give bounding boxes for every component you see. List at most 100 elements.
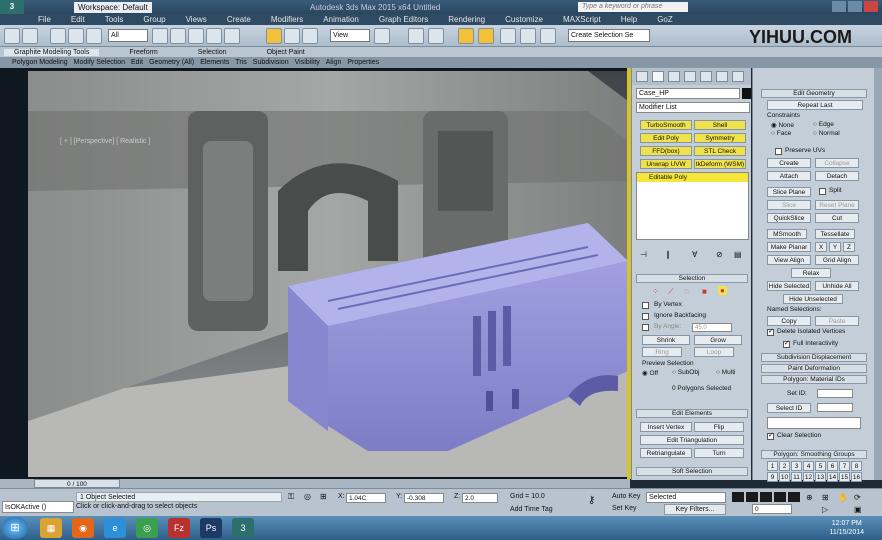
polygon-mode-icon[interactable]: ■	[702, 287, 707, 296]
retriangulate-button[interactable]: Retriangulate	[640, 448, 692, 458]
menu-animation[interactable]: Animation	[323, 15, 359, 24]
create-button[interactable]: Create	[767, 158, 811, 168]
smoothing-groups-rollout[interactable]: Polygon: Smoothing Groups	[761, 450, 867, 459]
edit-poly-button[interactable]: Edit Poly	[640, 133, 692, 143]
snap-toggle-icon[interactable]	[458, 28, 474, 44]
preview-off-radio[interactable]: ◉ Off	[642, 369, 658, 377]
collapse-button[interactable]: Collapse	[815, 158, 859, 168]
menu-create[interactable]: Create	[227, 15, 251, 24]
hammer-icon[interactable]	[732, 71, 744, 82]
menu-modifiers[interactable]: Modifiers	[271, 15, 303, 24]
edit-named-selection-icon[interactable]	[540, 28, 556, 44]
percent-snap-icon[interactable]	[500, 28, 516, 44]
material-name-dropdown[interactable]	[767, 417, 861, 429]
selection-filter-dropdown[interactable]: All	[108, 29, 148, 42]
hierarchy-tab-icon[interactable]	[668, 71, 680, 82]
close-icon[interactable]	[864, 1, 878, 12]
select-id-field[interactable]	[817, 403, 853, 412]
subtab-elements[interactable]: Elements	[200, 59, 229, 66]
add-time-tag[interactable]: Add Time Tag	[510, 506, 553, 513]
set-id-field[interactable]	[817, 389, 853, 398]
menu-goz[interactable]: GoZ	[657, 15, 673, 24]
create-tab-icon[interactable]	[636, 71, 648, 82]
smoothing-group-button[interactable]: 12	[803, 472, 814, 482]
subtab-modify-selection[interactable]: Modify Selection	[74, 59, 125, 66]
insert-vertex-button[interactable]: Insert Vertex	[640, 422, 692, 432]
smoothing-group-button[interactable]: 2	[779, 461, 790, 471]
copy-button[interactable]: Copy	[767, 316, 811, 326]
detach-button[interactable]: Detach	[815, 171, 859, 181]
unwrap-uvw-button[interactable]: Unwrap UVW	[640, 159, 692, 169]
edit-geometry-rollout-header[interactable]: Edit Geometry	[761, 89, 867, 98]
soft-selection-rollout-header[interactable]: Soft Selection	[636, 467, 748, 476]
tkdeform-button[interactable]: tkDeform (WSM)	[694, 159, 746, 169]
by-angle-checkbox[interactable]	[642, 324, 649, 331]
view-align-button[interactable]: View Align	[767, 255, 811, 265]
move-icon[interactable]	[224, 28, 240, 44]
hide-unselected-button[interactable]: Hide Unselected	[783, 294, 843, 304]
smoothing-group-button[interactable]: 7	[839, 461, 850, 471]
keyboard-shortcut-icon[interactable]	[428, 28, 444, 44]
system-clock[interactable]: 12:07 PM 11/15/2014	[829, 519, 864, 537]
angle-field[interactable]: 45.0	[692, 323, 732, 332]
workspace-dropdown[interactable]: Workspace: Default	[74, 1, 152, 13]
object-name-field[interactable]: Case_HP	[636, 88, 740, 99]
smoothing-group-button[interactable]: 1	[767, 461, 778, 471]
key-mode-dropdown[interactable]: Selected	[646, 492, 726, 503]
absolute-mode-icon[interactable]: ⊞	[320, 492, 327, 501]
smoothing-group-button[interactable]: 6	[827, 461, 838, 471]
start-button-icon[interactable]: ⊞	[2, 517, 28, 539]
reference-coord-dropdown[interactable]: View	[330, 29, 370, 42]
edit-elements-rollout-header[interactable]: Edit Elements	[636, 409, 748, 418]
menu-group[interactable]: Group	[143, 15, 165, 24]
attach-button[interactable]: Attach	[767, 171, 811, 181]
subtab-align[interactable]: Align	[326, 59, 342, 66]
unhide-all-button[interactable]: Unhide All	[815, 281, 859, 291]
maximize-icon[interactable]	[848, 1, 862, 12]
key-filters-button[interactable]: Key Filters...	[664, 504, 726, 515]
smoothing-group-button[interactable]: 5	[815, 461, 826, 471]
make-unique-icon[interactable]: ∀	[692, 250, 697, 259]
turbosmooth-button[interactable]: TurboSmooth	[640, 120, 692, 130]
repeat-last-button[interactable]: Repeat Last	[767, 100, 863, 110]
spinner-snap-icon[interactable]	[520, 28, 536, 44]
subtab-properties[interactable]: Properties	[347, 59, 379, 66]
material-ids-rollout[interactable]: Polygon: Material IDs	[761, 375, 867, 384]
constraint-normal-radio[interactable]: ○ Normal	[813, 130, 840, 137]
unlink-icon[interactable]	[68, 28, 84, 44]
turn-button[interactable]: Turn	[694, 448, 744, 458]
reset-plane-button[interactable]: Reset Plane	[815, 200, 859, 210]
rotate-icon[interactable]	[284, 28, 300, 44]
menu-help[interactable]: Help	[621, 15, 637, 24]
smoothing-group-button[interactable]: 3	[791, 461, 802, 471]
isolate-selection-icon[interactable]: ◎	[304, 492, 311, 501]
app-logo-icon[interactable]: 3	[0, 0, 24, 14]
undo-icon[interactable]	[4, 28, 20, 44]
perspective-viewport[interactable]: [ + ] [Perspective] [ Realistic ]	[0, 68, 630, 479]
menu-customize[interactable]: Customize	[505, 15, 543, 24]
menu-edit[interactable]: Edit	[71, 15, 85, 24]
zoom-icon[interactable]: ⊕	[806, 493, 813, 502]
subtab-edit[interactable]: Edit	[131, 59, 143, 66]
orbit-icon[interactable]: ⟳	[854, 493, 861, 502]
tab-object-paint[interactable]: Object Paint	[267, 49, 305, 56]
full-interactivity-checkbox[interactable]	[783, 339, 790, 348]
planar-y-button[interactable]: Y	[829, 242, 841, 252]
slice-button[interactable]: Slice	[767, 200, 811, 210]
preview-multi-radio[interactable]: ○ Multi	[716, 369, 735, 376]
shrink-button[interactable]: Shrink	[642, 335, 690, 345]
go-to-end-icon[interactable]	[788, 492, 800, 502]
stack-item-editable-poly[interactable]: Editable Poly	[637, 173, 748, 182]
named-selection-sets-dropdown[interactable]: Create Selection Se	[568, 29, 650, 42]
subtab-geometry[interactable]: Geometry (All)	[149, 59, 194, 66]
smoothing-group-button[interactable]: 16	[851, 472, 862, 482]
rect-selection-icon[interactable]	[188, 28, 204, 44]
tab-selection[interactable]: Selection	[198, 49, 227, 56]
folder-icon[interactable]: ▦	[40, 518, 62, 538]
constraint-none-radio[interactable]: ◉ None	[771, 121, 794, 129]
smoothing-group-button[interactable]: 15	[839, 472, 850, 482]
key-icon[interactable]: ⚷	[588, 495, 595, 506]
play-icon[interactable]	[760, 492, 772, 502]
smoothing-group-button[interactable]: 9	[767, 472, 778, 482]
preserve-uvs-checkbox[interactable]	[775, 148, 782, 155]
